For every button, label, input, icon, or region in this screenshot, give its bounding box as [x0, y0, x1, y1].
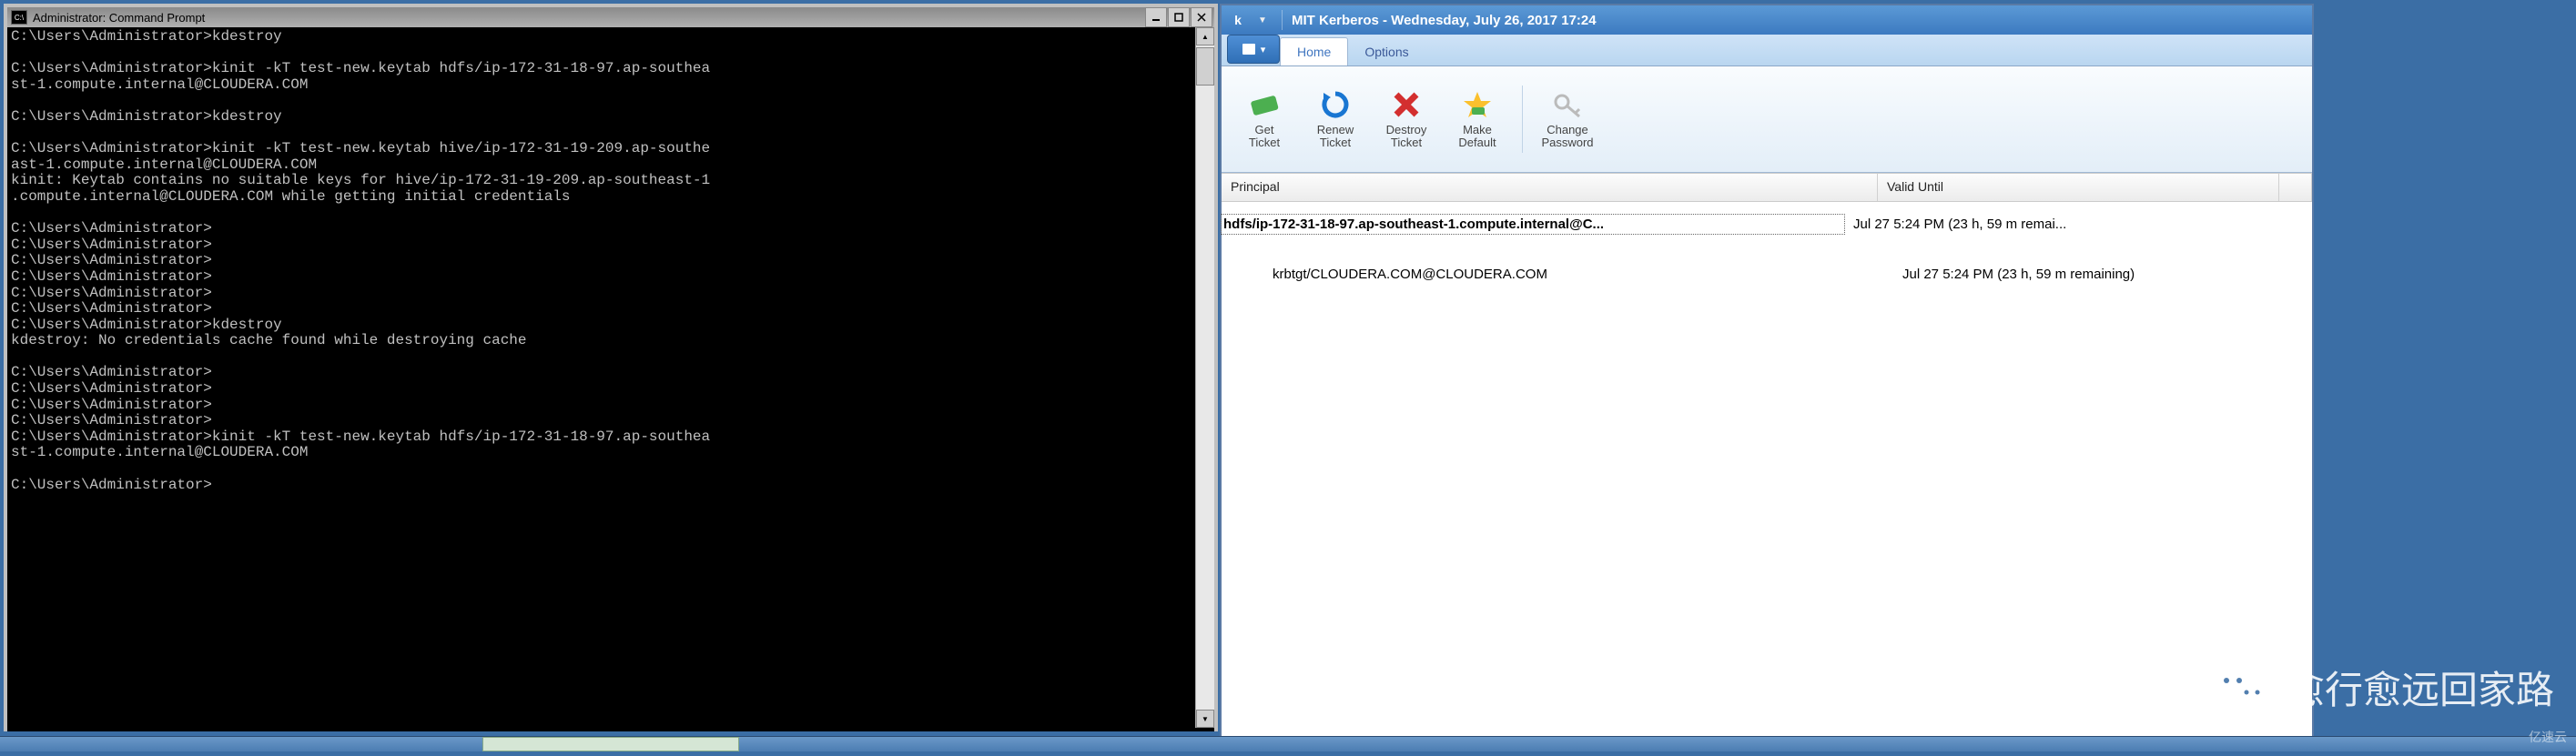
destroy-icon — [1391, 89, 1422, 120]
ticket-row[interactable]: hdfs/ip-172-31-18-97.ap-southeast-1.comp… — [1222, 207, 2312, 241]
krb-titlebar[interactable]: k ▼ MIT Kerberos - Wednesday, July 26, 2… — [1222, 5, 2312, 35]
make-default-label-1: Make — [1463, 124, 1492, 136]
scroll-up-button[interactable]: ▲ — [1196, 27, 1214, 45]
ticket-principal: krbtgt/CLOUDERA.COM@CLOUDERA.COM — [1271, 265, 1893, 284]
scroll-thumb[interactable] — [1196, 47, 1214, 86]
kerberos-app-icon: k — [1229, 11, 1247, 29]
watermark-small: 亿速云 — [2529, 728, 2567, 746]
get-ticket-button[interactable]: Get Ticket — [1229, 86, 1300, 154]
get-ticket-label-1: Get — [1255, 124, 1274, 136]
change-password-label-2: Password — [1541, 136, 1593, 149]
password-group: Change Password — [1532, 86, 1612, 154]
watermark-text: 愈行愈远回家路 — [2287, 660, 2554, 715]
scroll-down-button[interactable]: ▼ — [1196, 710, 1214, 728]
renew-ticket-button[interactable]: Renew Ticket — [1300, 86, 1371, 154]
ticket-group: Get Ticket Renew Ticket Destroy Ticket — [1229, 86, 1523, 154]
ticket-icon — [1249, 89, 1280, 120]
kerberos-window: k ▼ MIT Kerberos - Wednesday, July 26, 2… — [1220, 4, 2314, 744]
cmd-icon: C:\ — [11, 10, 27, 25]
destroy-ticket-label-1: Destroy — [1386, 124, 1427, 136]
cmd-title: Administrator: Command Prompt — [33, 11, 205, 25]
column-principal[interactable]: Principal — [1222, 174, 1878, 201]
ribbon-tab-row: ▾ Home Options — [1222, 35, 2312, 66]
ticket-list-header: Principal Valid Until — [1222, 173, 2312, 202]
krb-title: MIT Kerberos - Wednesday, July 26, 2017 … — [1292, 13, 1597, 28]
taskbar-item[interactable] — [482, 737, 739, 751]
make-default-label-2: Default — [1458, 136, 1496, 149]
ticket-list: hdfs/ip-172-31-18-97.ap-southeast-1.comp… — [1222, 202, 2312, 297]
ribbon-toolbar: Get Ticket Renew Ticket Destroy Ticket — [1222, 66, 2312, 173]
change-password-button[interactable]: Change Password — [1532, 86, 1603, 154]
taskbar[interactable] — [0, 736, 2576, 751]
star-icon — [1462, 89, 1493, 120]
cmd-terminal-output[interactable]: C:\Users\Administrator>kdestroy C:\Users… — [7, 27, 1214, 731]
make-default-button[interactable]: Make Default — [1442, 86, 1513, 154]
renew-ticket-label-2: Ticket — [1320, 136, 1351, 149]
destroy-ticket-button[interactable]: Destroy Ticket — [1371, 86, 1442, 154]
column-valid-until[interactable]: Valid Until — [1878, 174, 2279, 201]
app-menu-button[interactable]: ▾ — [1227, 35, 1280, 64]
close-button[interactable] — [1191, 7, 1212, 27]
maximize-button[interactable] — [1168, 7, 1190, 27]
quick-dropdown-icon[interactable]: ▼ — [1253, 10, 1273, 30]
ticket-valid-until: Jul 27 5:24 PM (23 h, 59 m remaining) — [1893, 265, 2285, 284]
column-spacer — [2279, 174, 2312, 201]
renew-ticket-label-1: Renew — [1317, 124, 1354, 136]
watermark: 愈行愈远回家路 — [2210, 660, 2554, 715]
minimize-button[interactable] — [1145, 7, 1167, 27]
cmd-scrollbar[interactable]: ▲ ▼ — [1195, 27, 1214, 728]
get-ticket-label-2: Ticket — [1249, 136, 1280, 149]
ticket-principal: hdfs/ip-172-31-18-97.ap-southeast-1.comp… — [1221, 214, 1845, 235]
command-prompt-window: C:\ Administrator: Command Prompt C:\Use… — [4, 4, 1218, 731]
tab-options[interactable]: Options — [1348, 38, 1425, 66]
key-icon — [1552, 89, 1583, 120]
destroy-ticket-label-2: Ticket — [1391, 136, 1422, 149]
cmd-titlebar[interactable]: C:\ Administrator: Command Prompt — [7, 7, 1214, 27]
wechat-icon — [2210, 660, 2274, 715]
renew-icon — [1320, 89, 1351, 120]
change-password-label-1: Change — [1547, 124, 1588, 136]
ticket-row[interactable]: krbtgt/CLOUDERA.COM@CLOUDERA.COM Jul 27 … — [1222, 257, 2312, 291]
tab-home[interactable]: Home — [1280, 37, 1348, 66]
titlebar-separator — [1282, 10, 1283, 30]
ticket-valid-until: Jul 27 5:24 PM (23 h, 59 m remai... — [1844, 215, 2236, 234]
